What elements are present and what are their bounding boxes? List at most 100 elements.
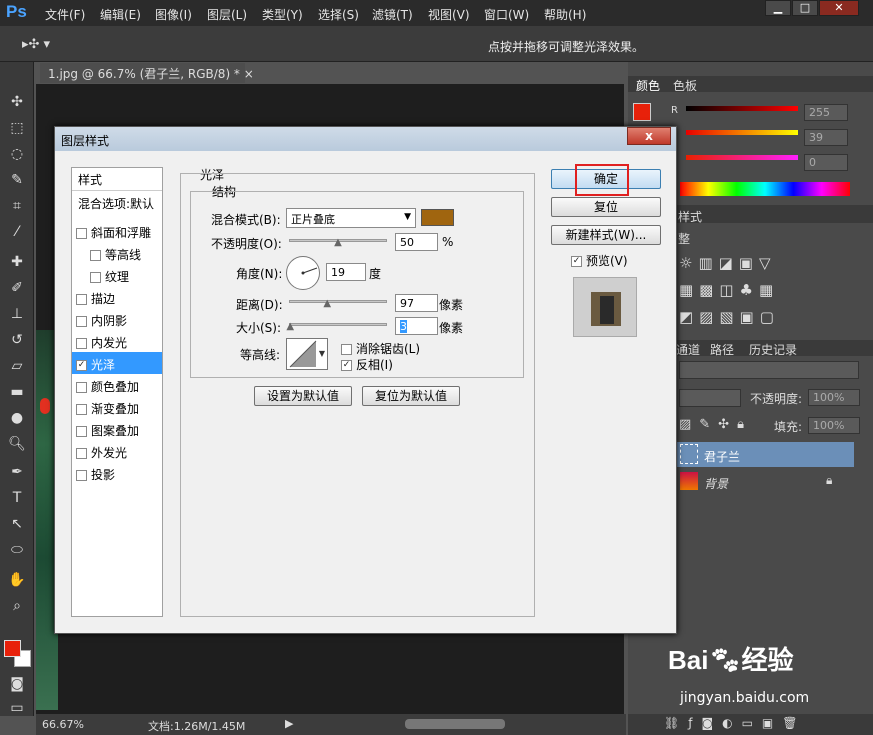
adjustment-icons-row-2[interactable]: ▦▩◫♣▦ [679, 281, 779, 299]
menu-layer[interactable]: 图层(L) [207, 6, 247, 23]
new-style-button[interactable]: 新建样式(W)... [551, 225, 661, 245]
style-checkbox-icon[interactable] [76, 228, 87, 239]
status-menu-arrow-icon[interactable]: ▶ [285, 717, 293, 730]
document-tab-close[interactable]: × [244, 67, 254, 81]
layer-fill-value[interactable]: 100% [808, 417, 860, 434]
style-checkbox-icon[interactable] [90, 250, 101, 261]
minimize-button[interactable]: ▁ [765, 0, 791, 16]
quick-select-icon[interactable]: ✎ [7, 170, 27, 190]
blend-options-item[interactable]: 混合选项:默认 [78, 195, 162, 217]
slider-b-track[interactable] [686, 155, 798, 160]
move-tool-preset-icon[interactable]: ▸✣ ▾ [22, 37, 50, 52]
eyedropper-icon[interactable]: ⁄ [7, 222, 27, 242]
slider-b-value[interactable]: 0 [804, 154, 848, 171]
eraser-icon[interactable]: ▱ [7, 356, 27, 376]
style-item[interactable]: 渐变叠加 [72, 396, 162, 418]
layer-name-1[interactable]: 君子兰 [704, 448, 740, 465]
style-checkbox-icon[interactable] [76, 294, 87, 305]
preview-checkbox[interactable]: ✓ 预览(V) [571, 252, 628, 269]
slider-g-value[interactable]: 39 [804, 129, 848, 146]
color-spectrum[interactable] [680, 182, 850, 196]
adjustment-icons-row-1[interactable]: ☼▥◪▣▽ [679, 254, 777, 272]
angle-dial[interactable] [286, 256, 320, 290]
panel-foreground-swatch[interactable] [633, 103, 651, 121]
adjustment-icons-row-3[interactable]: ◩▨▧▣▢ [679, 308, 780, 326]
history-brush-icon[interactable]: ↺ [7, 330, 27, 350]
menu-view[interactable]: 视图(V) [428, 6, 470, 23]
menu-select[interactable]: 选择(S) [318, 6, 359, 23]
menu-edit[interactable]: 编辑(E) [100, 6, 141, 23]
zoom-tool-icon[interactable]: ⌕ [7, 596, 27, 616]
reset-button[interactable]: 复位 [551, 197, 661, 217]
move-tool-icon[interactable]: ✣ [7, 92, 27, 112]
brush-tool-icon[interactable]: ✐ [7, 278, 27, 298]
layer-filter-box[interactable] [679, 361, 859, 379]
distance-slider[interactable] [289, 300, 387, 303]
style-checkbox-icon[interactable] [76, 316, 87, 327]
style-checkbox-icon[interactable] [76, 338, 87, 349]
maximize-button[interactable]: □ [792, 0, 818, 16]
size-slider[interactable] [289, 323, 387, 326]
style-item[interactable]: 投影 [72, 462, 162, 484]
menu-type[interactable]: 类型(Y) [262, 6, 303, 23]
set-default-button[interactable]: 设置为默认值 [254, 386, 352, 406]
style-checkbox-icon[interactable] [76, 426, 87, 437]
style-item[interactable]: 内发光 [72, 330, 162, 352]
style-item[interactable]: 外发光 [72, 440, 162, 462]
type-tool-icon[interactable]: T [7, 488, 27, 508]
quick-mask-icon[interactable]: ◙ [7, 674, 27, 694]
menu-window[interactable]: 窗口(W) [484, 6, 529, 23]
dodge-tool-icon[interactable]: 🔍︎ [7, 434, 27, 454]
path-select-icon[interactable]: ↖ [7, 514, 27, 534]
healing-brush-icon[interactable]: ✚ [7, 252, 27, 272]
style-item[interactable]: 描边 [72, 286, 162, 308]
tab-channels[interactable]: 通道 [676, 341, 700, 358]
menu-filter[interactable]: 滤镜(T) [372, 6, 413, 23]
slider-r-track[interactable] [686, 106, 798, 111]
blend-mode-dropdown[interactable] [679, 389, 741, 407]
clone-stamp-icon[interactable]: ⊥ [7, 304, 27, 324]
size-slider-thumb[interactable]: ▲ [285, 322, 295, 332]
tab-paths[interactable]: 路径 [710, 341, 734, 358]
layer-name-2[interactable]: 背景 [704, 475, 728, 492]
layer-row-selected[interactable] [676, 442, 854, 467]
contour-picker[interactable]: ▼ [286, 338, 328, 370]
horizontal-scrollbar[interactable] [405, 719, 505, 729]
pen-tool-icon[interactable]: ✒ [7, 462, 27, 482]
blur-tool-icon[interactable]: ● [7, 408, 27, 428]
style-checkbox-icon[interactable] [76, 470, 87, 481]
tab-history[interactable]: 历史记录 [749, 341, 797, 358]
hand-tool-icon[interactable]: ✋ [7, 570, 27, 590]
layer-opacity-value[interactable]: 100% [808, 389, 860, 406]
close-window-button[interactable]: ✕ [819, 0, 859, 16]
opacity-input[interactable]: 50 [395, 233, 438, 251]
style-checkbox-icon[interactable] [76, 382, 87, 393]
menu-help[interactable]: 帮助(H) [544, 6, 586, 23]
gradient-icon[interactable]: ▬ [7, 382, 27, 402]
marquee-tool-icon[interactable]: ⬚ [7, 118, 27, 138]
style-item[interactable]: 纹理 [72, 264, 162, 286]
opacity-slider-thumb[interactable]: ▲ [333, 238, 343, 248]
crop-tool-icon[interactable]: ⌗ [7, 196, 27, 216]
tab-color[interactable]: 颜色 [636, 77, 660, 94]
style-item[interactable]: 颜色叠加 [72, 374, 162, 396]
invert-checkbox[interactable]: ✓ 反相(I) [341, 356, 393, 373]
lock-icons[interactable]: ▨✎✣🔒︎ [679, 417, 752, 432]
style-item[interactable]: ✓ 光泽 [72, 352, 162, 374]
style-item[interactable]: 图案叠加 [72, 418, 162, 440]
tab-swatches[interactable]: 色板 [673, 77, 697, 94]
style-item[interactable]: 内阴影 [72, 308, 162, 330]
size-input[interactable]: 3 [395, 317, 438, 335]
style-checkbox-icon[interactable] [90, 272, 101, 283]
antialias-checkbox[interactable]: 消除锯齿(L) [341, 340, 420, 357]
shape-tool-icon[interactable]: ⬭ [7, 540, 27, 560]
style-item[interactable]: 斜面和浮雕 [72, 220, 162, 242]
style-checkbox-icon[interactable] [76, 448, 87, 459]
reset-default-button[interactable]: 复位为默认值 [362, 386, 460, 406]
blend-mode-select[interactable]: 正片叠底 ▼ [286, 208, 416, 228]
style-checkbox-icon[interactable]: ✓ [76, 360, 87, 371]
tab-styles[interactable]: 样式 [678, 208, 702, 225]
distance-input[interactable]: 97 [395, 294, 438, 312]
document-tab[interactable]: 1.jpg @ 66.7% (君子兰, RGB/8) * × [40, 63, 254, 83]
lasso-tool-icon[interactable]: ◌ [7, 144, 27, 164]
